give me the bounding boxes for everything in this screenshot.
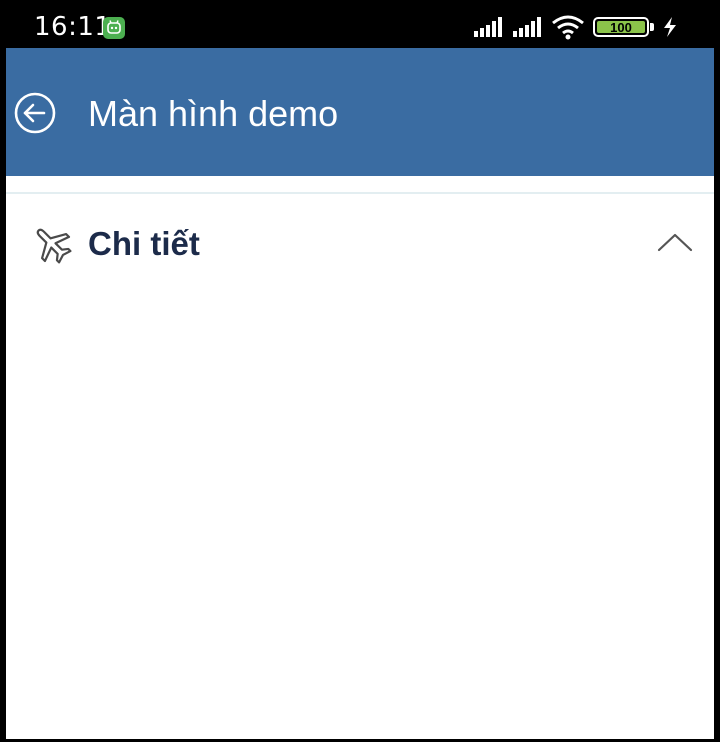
status-bar: 16:11 100 xyxy=(0,0,720,50)
airplane-icon xyxy=(30,222,74,266)
divider xyxy=(6,192,714,194)
phone-screen: 16:11 100 Màn hình demo Chi tiết xyxy=(0,0,720,742)
charging-icon xyxy=(662,16,678,43)
battery-tip xyxy=(650,23,654,31)
back-button[interactable] xyxy=(12,90,58,136)
signal-icon xyxy=(473,16,507,43)
signal-icon xyxy=(512,16,546,43)
status-time: 16:11 xyxy=(34,12,112,42)
wifi-icon xyxy=(551,14,585,45)
app-content: Màn hình demo Chi tiết xyxy=(0,48,720,742)
page-title: Màn hình demo xyxy=(88,93,339,134)
app-header: Màn hình demo xyxy=(6,48,714,176)
app-notification-icon xyxy=(103,17,125,39)
back-arrow-icon xyxy=(14,92,56,134)
section-header-details[interactable]: Chi tiết xyxy=(6,212,714,282)
battery-body: 100 xyxy=(593,17,649,37)
section-title: Chi tiết xyxy=(88,225,200,262)
chevron-up-icon[interactable] xyxy=(656,230,694,254)
battery-icon: 100 xyxy=(593,17,655,39)
battery-level: 100 xyxy=(597,21,645,34)
